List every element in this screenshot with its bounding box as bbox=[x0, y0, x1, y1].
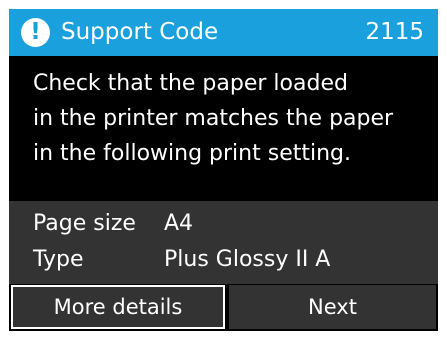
error-message: Check that the paper loaded in the print… bbox=[33, 66, 428, 171]
support-code-number: 2115 bbox=[365, 19, 424, 45]
message-line: in the printer matches the paper bbox=[33, 106, 394, 131]
support-code-header: ! Support Code 2115 bbox=[9, 9, 438, 56]
setting-label: Page size bbox=[33, 211, 136, 236]
header-title: Support Code bbox=[61, 19, 219, 45]
printer-display: ! Support Code 2115 Check that the paper… bbox=[9, 9, 438, 331]
message-line: Check that the paper loaded bbox=[33, 71, 348, 96]
print-settings-panel: Page size A4 Type Plus Glossy II A bbox=[9, 201, 438, 284]
setting-label: Type bbox=[33, 247, 84, 272]
more-details-button[interactable]: More details bbox=[11, 285, 225, 329]
alert-icon: ! bbox=[21, 18, 50, 47]
message-line: in the following print setting. bbox=[33, 141, 351, 166]
next-button[interactable]: Next bbox=[229, 285, 436, 329]
setting-value: Plus Glossy II A bbox=[164, 247, 331, 272]
setting-value: A4 bbox=[164, 211, 194, 236]
